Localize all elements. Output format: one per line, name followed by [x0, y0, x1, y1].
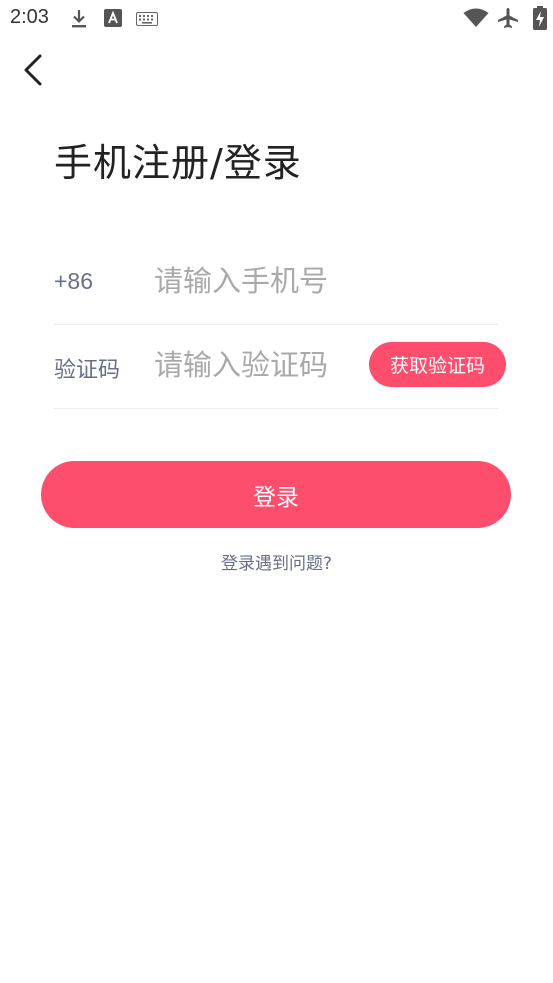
a-box-icon [104, 9, 122, 31]
login-button[interactable]: 登录 [41, 461, 511, 528]
code-input[interactable] [154, 342, 354, 388]
code-label: 验证码 [54, 358, 121, 383]
wifi-icon [463, 8, 489, 32]
code-row: 验证码 获取验证码 [54, 324, 506, 409]
back-button[interactable] [18, 52, 52, 88]
status-bar: 2:03 [0, 0, 553, 38]
phone-row: +86 [54, 240, 498, 325]
chevron-left-icon [24, 54, 42, 86]
battery-charging-icon [533, 6, 547, 34]
keyboard-icon [136, 11, 158, 30]
country-code-label[interactable]: +86 [54, 268, 93, 295]
get-code-button[interactable]: 获取验证码 [369, 342, 506, 387]
download-icon [70, 8, 88, 34]
status-time: 2:03 [10, 6, 49, 28]
airplane-icon [497, 7, 519, 33]
page-title: 手机注册/登录 [54, 141, 302, 185]
login-screen: 2:03 手机注册/登录 +86 请输入手机号 验证码 请输入验证码 获取验证码… [0, 0, 553, 983]
phone-input[interactable] [154, 258, 484, 304]
login-help-link[interactable]: 登录遇到问题? [0, 549, 553, 574]
